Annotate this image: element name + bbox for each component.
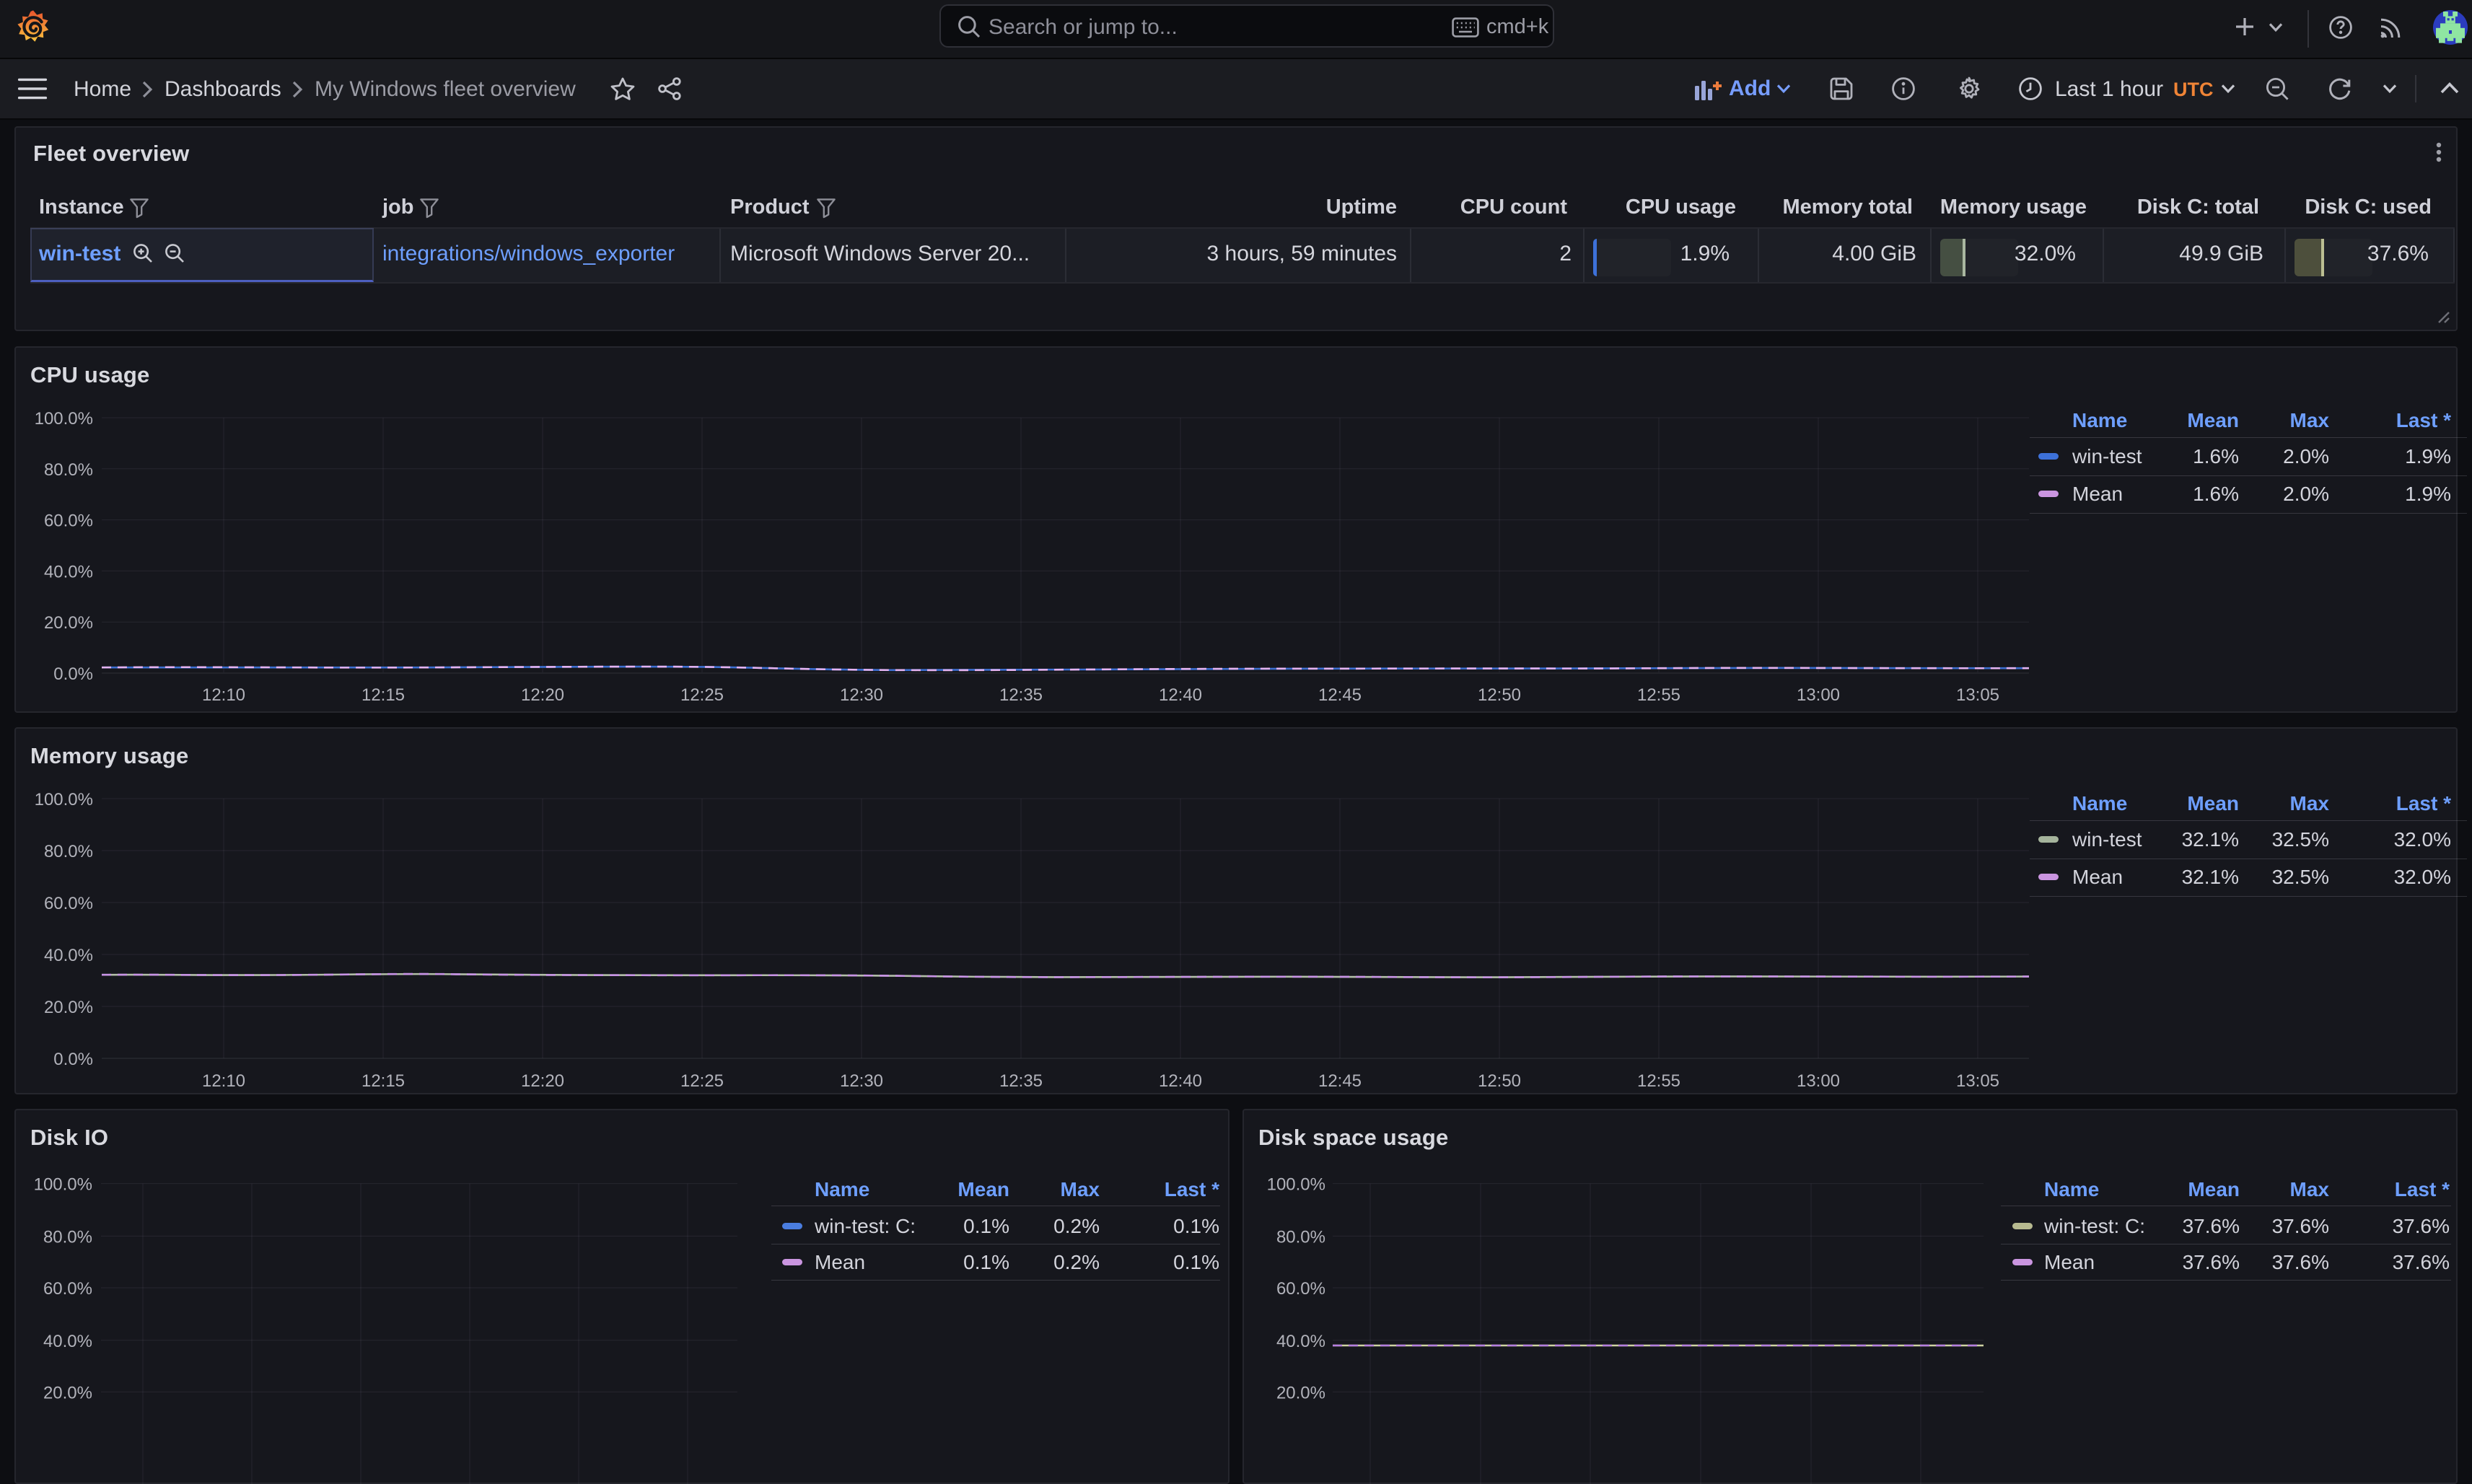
- svg-text:100.0%: 100.0%: [34, 1175, 92, 1195]
- svg-text:100.0%: 100.0%: [1267, 1175, 1325, 1195]
- svg-text:0.0%: 0.0%: [53, 664, 93, 684]
- svg-text:12:15: 12:15: [361, 1071, 405, 1091]
- svg-text:40.0%: 40.0%: [44, 946, 93, 965]
- svg-text:20.0%: 20.0%: [43, 1383, 92, 1402]
- svg-text:12:45: 12:45: [1318, 1071, 1362, 1091]
- svg-text:60.0%: 60.0%: [44, 894, 93, 913]
- svg-text:0.0%: 0.0%: [53, 1050, 93, 1069]
- svg-text:12:20: 12:20: [521, 685, 564, 705]
- svg-text:20.0%: 20.0%: [1276, 1383, 1325, 1402]
- svg-text:12:15: 12:15: [361, 685, 405, 705]
- svg-text:12:25: 12:25: [680, 1071, 724, 1091]
- svg-text:12:10: 12:10: [202, 685, 245, 705]
- svg-text:12:40: 12:40: [1159, 1071, 1202, 1091]
- svg-text:100.0%: 100.0%: [35, 409, 93, 429]
- svg-text:80.0%: 80.0%: [44, 842, 93, 861]
- svg-text:80.0%: 80.0%: [1276, 1227, 1325, 1247]
- svg-text:12:35: 12:35: [999, 685, 1043, 705]
- svg-text:60.0%: 60.0%: [44, 512, 93, 531]
- svg-text:12:45: 12:45: [1318, 685, 1362, 705]
- svg-text:12:20: 12:20: [521, 1071, 564, 1091]
- svg-text:13:05: 13:05: [1956, 685, 1999, 705]
- svg-text:12:30: 12:30: [840, 685, 883, 705]
- svg-text:20.0%: 20.0%: [44, 998, 93, 1017]
- svg-text:40.0%: 40.0%: [44, 562, 93, 581]
- svg-text:12:55: 12:55: [1637, 1071, 1680, 1091]
- svg-text:20.0%: 20.0%: [44, 613, 93, 633]
- svg-text:80.0%: 80.0%: [43, 1227, 92, 1247]
- svg-text:13:00: 13:00: [1797, 685, 1840, 705]
- svg-text:12:35: 12:35: [999, 1071, 1043, 1091]
- svg-text:100.0%: 100.0%: [35, 790, 93, 809]
- svg-text:12:55: 12:55: [1637, 685, 1680, 705]
- svg-text:12:30: 12:30: [840, 1071, 883, 1091]
- svg-text:13:05: 13:05: [1956, 1071, 1999, 1091]
- svg-text:12:50: 12:50: [1478, 685, 1521, 705]
- svg-text:80.0%: 80.0%: [44, 460, 93, 480]
- svg-text:12:25: 12:25: [680, 685, 724, 705]
- svg-text:40.0%: 40.0%: [1276, 1332, 1325, 1351]
- svg-text:40.0%: 40.0%: [43, 1332, 92, 1351]
- svg-text:12:10: 12:10: [202, 1071, 245, 1091]
- svg-text:12:50: 12:50: [1478, 1071, 1521, 1091]
- svg-text:60.0%: 60.0%: [1276, 1279, 1325, 1299]
- svg-text:13:00: 13:00: [1797, 1071, 1840, 1091]
- svg-text:60.0%: 60.0%: [43, 1279, 92, 1299]
- svg-text:12:40: 12:40: [1159, 685, 1202, 705]
